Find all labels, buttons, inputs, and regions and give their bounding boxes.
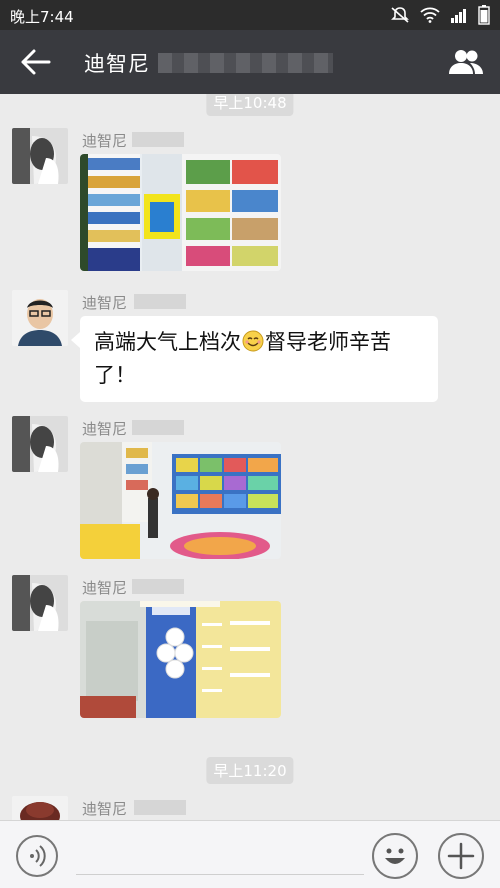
chat-message-list[interactable]: 早上10:48 迪智尼 迪智尼 高端大气上档次 督导老师辛苦了！ 迪智尼 迪智尼… [0, 94, 500, 820]
sender-name: 迪智尼 [82, 800, 128, 818]
signal-icon [450, 7, 468, 23]
chat-title: 迪智尼 [84, 52, 150, 76]
image-message[interactable] [80, 601, 281, 718]
emoji-icon[interactable] [372, 833, 418, 879]
status-time: 晚上7:44 [10, 8, 74, 26]
avatar[interactable] [12, 796, 68, 820]
battery-icon [478, 5, 490, 25]
avatar[interactable] [12, 575, 68, 631]
message-input[interactable] [76, 874, 364, 875]
redacted-sender-block [132, 132, 184, 147]
text-message[interactable]: 高端大气上档次 督导老师辛苦了！ [71, 316, 438, 402]
sender-name: 迪智尼 [82, 420, 128, 438]
message-text-part: 高端大气上档次 [94, 330, 241, 354]
notification-off-icon [390, 6, 410, 24]
sender-name: 迪智尼 [82, 132, 128, 150]
message-timestamp: 早上11:20 [206, 757, 294, 784]
redacted-sender-block [134, 800, 186, 815]
sender-name: 迪智尼 [82, 294, 128, 312]
redacted-sender-block [134, 294, 186, 309]
avatar[interactable] [12, 128, 68, 184]
avatar[interactable] [12, 290, 68, 346]
chat-input-bar [0, 820, 500, 888]
status-bar: 晚上7:44 [0, 0, 500, 30]
chat-header: 迪智尼 [0, 30, 500, 94]
group-members-icon[interactable] [448, 47, 484, 77]
message-timestamp: 早上10:48 [206, 94, 294, 116]
wifi-icon [420, 7, 440, 23]
image-message[interactable] [80, 154, 281, 271]
image-message[interactable] [80, 442, 281, 559]
back-arrow-icon[interactable] [20, 48, 52, 76]
avatar[interactable] [12, 416, 68, 472]
plus-icon[interactable] [438, 833, 484, 879]
voice-icon[interactable] [16, 835, 58, 877]
status-icons [390, 5, 490, 25]
smiley-emoji-icon [242, 329, 264, 352]
redacted-title-block [158, 53, 333, 73]
sender-name: 迪智尼 [82, 579, 128, 597]
redacted-sender-block [132, 579, 184, 594]
redacted-sender-block [132, 420, 184, 435]
